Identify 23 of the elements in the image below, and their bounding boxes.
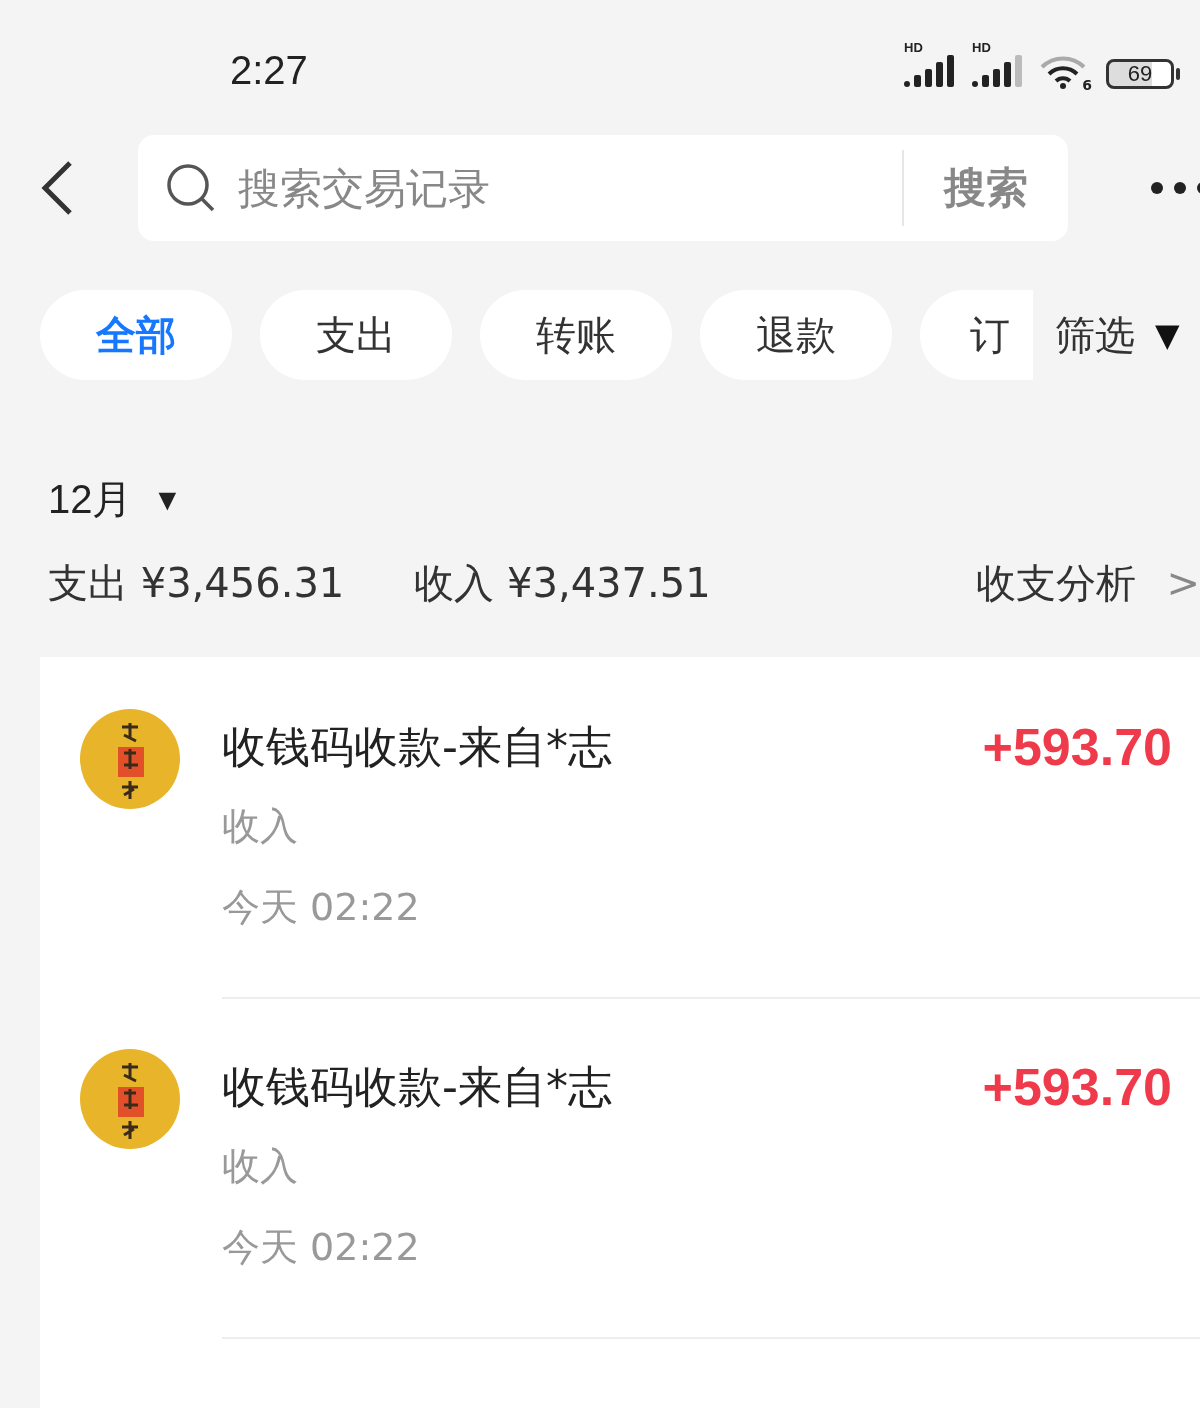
analysis-link[interactable]: 收支分析 > bbox=[976, 555, 1200, 611]
filter-tab[interactable]: 支出 bbox=[260, 290, 452, 380]
filter-tab[interactable]: 全部 bbox=[40, 290, 232, 380]
month-selector[interactable]: 12月 ▼ bbox=[48, 472, 183, 527]
transaction-amount: +593.70 bbox=[982, 1057, 1172, 1117]
transaction-category: 收入 bbox=[222, 1143, 299, 1190]
filter-tab[interactable]: 订 bbox=[920, 290, 1033, 380]
search-icon bbox=[166, 163, 216, 213]
transaction-time: 今天 02:22 bbox=[222, 1224, 421, 1271]
transaction-amount: +593.70 bbox=[982, 717, 1172, 777]
filter-tab[interactable]: 转账 bbox=[480, 290, 672, 380]
expense-total: 支出 ¥3,456.31 bbox=[48, 558, 345, 608]
transaction-title[interactable]: 收钱码收款-来自*志 bbox=[222, 717, 983, 777]
transaction-title[interactable]: 收钱码收款-来自*志 bbox=[222, 1057, 983, 1117]
transaction-category: 收入 bbox=[222, 803, 299, 850]
income-total: 收入 ¥3,437.51 bbox=[414, 558, 712, 608]
search-field[interactable]: 搜索交易记录 搜索 bbox=[138, 135, 1068, 241]
back-icon[interactable] bbox=[40, 160, 74, 216]
transaction-time: 今天 02:22 bbox=[222, 884, 421, 931]
status-time: 2:27 bbox=[230, 46, 309, 93]
search-button[interactable]: 搜索 bbox=[904, 160, 1068, 216]
filter-tab[interactable]: 退款 bbox=[700, 290, 892, 380]
more-icon[interactable] bbox=[1150, 181, 1200, 195]
